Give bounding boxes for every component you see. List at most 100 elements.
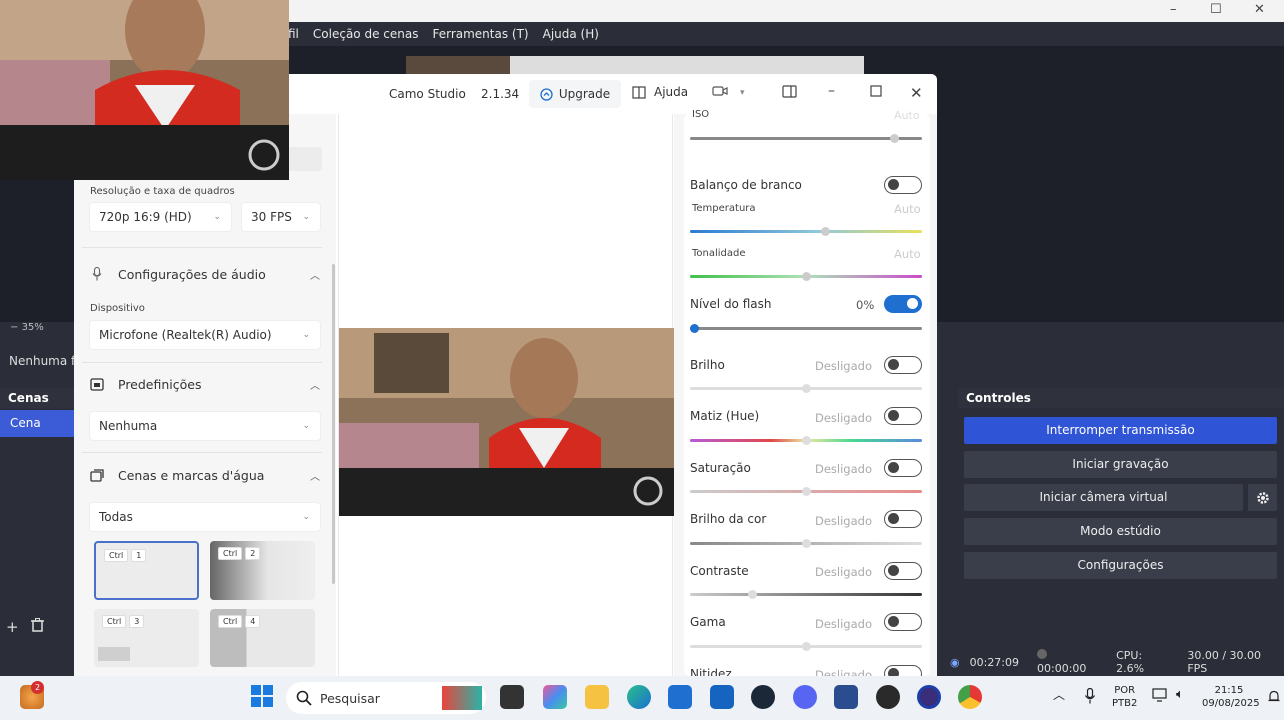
brightness-toggle[interactable] [884, 356, 922, 374]
close-icon[interactable]: ✕ [1254, 2, 1265, 17]
task-view-icon[interactable] [500, 685, 524, 709]
temperature-label: Temperatura [692, 203, 756, 214]
hue-toggle[interactable] [884, 407, 922, 425]
brightness-label: Brilho [690, 358, 725, 372]
stop-stream-button[interactable]: Interromper transmissão [964, 417, 1277, 444]
gamma-slider[interactable] [690, 642, 922, 651]
scene-list-item[interactable]: Cena [0, 410, 74, 437]
obs-icon[interactable] [876, 685, 900, 709]
obs-preview-thumbnail [406, 56, 864, 74]
saturation-toggle[interactable] [884, 459, 922, 477]
studio-mode-button[interactable]: Modo estúdio [964, 518, 1277, 545]
keyboard-language[interactable]: POR PTB2 [1112, 684, 1137, 710]
scenes-watermarks-section-header[interactable]: Cenas e marcas d'água ︿ [82, 458, 324, 492]
trash-icon[interactable] [30, 618, 44, 636]
sharpness-toggle[interactable] [884, 665, 922, 676]
notification-bell-icon[interactable] [1268, 690, 1280, 708]
maximize-icon[interactable]: ☐ [1210, 2, 1222, 17]
minimize-icon[interactable]: – [828, 83, 835, 99]
network-icon[interactable] [1152, 688, 1168, 706]
microphone-icon [90, 267, 104, 281]
audio-section-header[interactable]: Configurações de áudio ︿ [82, 257, 324, 291]
iso-slider[interactable] [690, 134, 922, 143]
scene-toolbar: + [6, 618, 44, 636]
camera-icon[interactable] [712, 85, 728, 101]
color-brightness-slider[interactable] [690, 539, 922, 548]
edge-icon[interactable] [627, 685, 651, 709]
zoom-level: − 35% [10, 322, 44, 333]
device-label: Dispositivo [90, 303, 145, 314]
close-icon[interactable]: ✕ [910, 84, 923, 102]
outlook-icon[interactable] [710, 685, 734, 709]
search-icon [296, 690, 312, 706]
store-icon[interactable] [668, 685, 692, 709]
app-icon[interactable] [834, 685, 858, 709]
maximize-icon[interactable] [870, 85, 882, 101]
hue-slider[interactable] [690, 436, 922, 445]
brightness-slider[interactable] [690, 384, 922, 393]
settings-scrollbar[interactable] [332, 264, 335, 584]
volume-icon[interactable]: 🔈︎ [1176, 688, 1184, 701]
discord-icon[interactable] [793, 685, 817, 709]
steam-icon[interactable] [751, 685, 775, 709]
camo-icon[interactable] [917, 685, 941, 709]
webcam-overlay [0, 0, 289, 180]
scenes-icon [90, 468, 104, 482]
taskbar-search[interactable]: Pesquisar [286, 682, 486, 714]
resolution-select[interactable]: 720p 16:9 (HD) ⌄ [89, 202, 232, 232]
adjustments-card: ISO Auto Balanço de branco Temperatura A… [684, 109, 930, 676]
presets-section-header[interactable]: Predefinições ︿ [82, 367, 324, 401]
chevron-down-icon: ⌄ [302, 421, 310, 431]
color-brightness-toggle[interactable] [884, 510, 922, 528]
cpu-usage: CPU: 2.6% [1116, 649, 1145, 675]
microphone-icon[interactable] [1084, 687, 1096, 708]
source-label: Nenhuma f [9, 354, 76, 368]
chevron-down-icon: ⌄ [213, 212, 221, 222]
hue-state: Desligado [815, 411, 872, 425]
scenes-filter-select[interactable]: Todas ⌄ [89, 502, 321, 532]
white-balance-toggle[interactable] [884, 176, 922, 194]
presets-icon [90, 377, 104, 391]
preset-select[interactable]: Nenhuma ⌄ [89, 411, 321, 441]
copilot-icon[interactable] [543, 685, 567, 709]
contrast-slider[interactable] [690, 590, 922, 599]
flash-level-slider[interactable] [690, 324, 922, 333]
chevron-down-icon[interactable]: ▾ [740, 88, 745, 98]
menu-item-tools[interactable]: Ferramentas (T) [432, 27, 528, 41]
scene-tile-2[interactable]: Ctrl 2 [210, 541, 315, 600]
virtual-camera-settings-button[interactable] [1248, 484, 1277, 511]
file-explorer-icon[interactable] [585, 685, 609, 709]
flash-level-toggle[interactable] [884, 295, 922, 313]
help-button[interactable]: Ajuda [632, 85, 688, 99]
scene-tile-3[interactable]: Ctrl 3 [94, 609, 199, 667]
upgrade-button[interactable]: Upgrade [529, 80, 621, 108]
chrome-icon[interactable] [958, 685, 982, 709]
stream-icon: ◉ [950, 655, 960, 669]
clock[interactable]: 21:15 09/08/2025 [1202, 684, 1260, 710]
tint-slider[interactable] [690, 272, 922, 281]
fps-select[interactable]: 30 FPS ⌄ [241, 202, 321, 232]
settings-button[interactable]: Configurações [964, 552, 1277, 579]
audio-device-select[interactable]: Microfone (Realtek(R) Audio) ⌄ [89, 320, 321, 350]
menu-item-scene-collection[interactable]: Coleção de cenas [313, 27, 419, 41]
temperature-slider[interactable] [690, 227, 922, 236]
scene-tile-1[interactable]: Ctrl 1 [94, 541, 199, 600]
gamma-toggle[interactable] [884, 613, 922, 631]
camo-adjustments-panel: ISO Auto Balanço de branco Temperatura A… [674, 109, 937, 676]
menu-item-help[interactable]: Ajuda (H) [543, 27, 599, 41]
start-virtual-camera-button[interactable]: Iniciar câmera virtual [964, 484, 1243, 511]
contrast-toggle[interactable] [884, 562, 922, 580]
menu-item-profile[interactable]: fil [288, 27, 299, 41]
minimize-icon[interactable]: – [1170, 2, 1177, 17]
flash-level-value: 0% [856, 298, 875, 312]
iso-label: ISO [692, 109, 710, 120]
sidebar-toggle-icon[interactable] [782, 85, 797, 102]
chevron-up-icon[interactable]: ︿ [1053, 689, 1065, 702]
saturation-slider[interactable] [690, 487, 922, 496]
windows-start-icon[interactable] [251, 685, 275, 709]
chevron-down-icon: ⌄ [302, 512, 310, 522]
start-recording-button[interactable]: Iniciar gravação [964, 451, 1277, 478]
scene-tile-4[interactable]: Ctrl 4 [210, 609, 315, 667]
add-icon[interactable]: + [6, 618, 19, 636]
tint-state: Auto [894, 247, 921, 261]
